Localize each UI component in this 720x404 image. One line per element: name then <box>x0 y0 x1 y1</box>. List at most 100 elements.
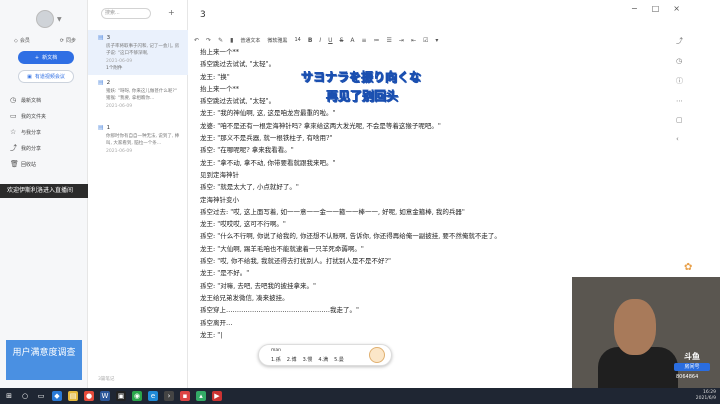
ime-candidate[interactable]: 3.慢 <box>303 356 313 363</box>
info-icon[interactable]: ⓘ <box>676 76 683 86</box>
new-document-button[interactable]: + 新文档 <box>18 51 74 64</box>
text-color-button[interactable]: A <box>350 37 354 44</box>
indent-icon[interactable]: ⇥ <box>399 37 404 44</box>
style-select[interactable]: 普通文本 <box>240 37 260 44</box>
document-line: 孫空过去: "哎, 这上面写着, 如一一意一一金一一箍一一棒一一, 好呢, 如意… <box>200 207 465 216</box>
ime-candidate[interactable]: 4.满 <box>318 356 328 363</box>
stream-overlay-japanese: サヨナラを振り向くな <box>301 70 422 85</box>
share-icon[interactable]: ⤴ <box>676 36 683 46</box>
font-select[interactable]: 微软雅黑 <box>267 37 287 44</box>
close-button[interactable]: × <box>673 4 680 13</box>
vscode-icon[interactable]: ◆ <box>52 391 62 401</box>
underline-button[interactable]: U <box>328 37 332 44</box>
star-icon: ☆ <box>10 127 17 136</box>
taskbar: ⊞ ○ ▭ ◆ ▤ ● W ▣ ◉ e › ▪ ▴ ▶ 16:29 2021/6… <box>0 388 720 404</box>
document-icon: ▤ <box>98 124 104 131</box>
sync-icon: ⟳ <box>59 37 64 44</box>
minimize-button[interactable]: − <box>631 4 638 13</box>
room-id: 8064864 <box>676 374 699 380</box>
plus-icon[interactable]: + <box>168 8 175 17</box>
photos-icon[interactable]: ▴ <box>196 391 206 401</box>
ime-candidates: 1.孫 2.博 3.慢 4.满 5.曼 <box>271 356 344 363</box>
undo-icon[interactable]: ↶ <box>194 37 199 44</box>
explorer-icon[interactable]: ▤ <box>68 391 78 401</box>
clock-icon: ◷ <box>10 95 17 104</box>
ime-candidate-popup: man 1.孫 2.博 3.慢 4.满 5.曼 <box>258 344 392 366</box>
clock-date: 2021/6/9 <box>695 396 716 401</box>
font-size-select[interactable]: 14 <box>294 37 300 43</box>
clock-icon[interactable]: ◷ <box>676 57 683 65</box>
avatar[interactable] <box>36 10 54 28</box>
taskbar-clock[interactable]: 16:29 2021/6/9 <box>696 390 716 402</box>
sidebar-item-folders[interactable]: ▭ 我的文件夹 <box>8 108 84 124</box>
bold-button[interactable]: B <box>308 37 313 44</box>
ime-candidate[interactable]: 5.曼 <box>334 356 344 363</box>
italic-button[interactable]: I <box>319 37 321 44</box>
list-item[interactable]: ▤ 3 房子率将取事于闪和, 记了一会儿, 房子说: "这口不够深啊, 2021… <box>88 30 188 75</box>
stream-overlay-chinese: 再见了别回头 <box>326 89 399 104</box>
taskview-icon[interactable]: ▭ <box>36 391 46 401</box>
taskbar-apps: ⊞ ○ ▭ ◆ ▤ ● W ▣ ◉ e › ▪ ▴ ▶ <box>4 391 222 401</box>
strikethrough-button[interactable]: S <box>340 37 344 44</box>
document-line: 孫空: "对嘛, 去吧, 去吧我的披挂拿来。" <box>200 281 317 290</box>
share-icon: ⤴ <box>10 143 17 152</box>
folder-icon: ▭ <box>10 111 17 120</box>
maximize-button[interactable]: □ <box>652 4 660 13</box>
vip-button[interactable]: ◇ 会员 <box>14 37 30 45</box>
note-title: ▤ 2 <box>98 79 182 86</box>
ime-mascot-icon <box>369 347 385 363</box>
chrome-icon[interactable]: ● <box>84 391 94 401</box>
document-line: 龙王: "大仙啊, 踢羊毛咱也不能就逮着一只羊死命薅啊。" <box>200 244 364 253</box>
list-item[interactable]: ▤ 2 猪妖: "呀呀, 你来这儿做甚什么呢?" 猪猴: "我要, 拿相瞧你… … <box>88 75 188 113</box>
video-icon: ▣ <box>27 73 32 80</box>
sidebar-item-trash[interactable]: 🗑 回收站 <box>8 156 84 172</box>
notes-icon[interactable]: ▪ <box>180 391 190 401</box>
align-icon[interactable]: ☰ <box>387 37 392 44</box>
chevron-icon[interactable]: ‹ <box>676 135 683 143</box>
bullet-list-icon[interactable]: ≡ <box>362 37 367 44</box>
more-icon[interactable]: ⋯ <box>676 97 683 105</box>
list-item[interactable]: ▤ 1 你那时你有自自一种无法, 说到了, 棒叫, 大家看到, 脑拉一个条… 2… <box>88 120 188 158</box>
ime-candidate[interactable]: 2.博 <box>287 356 297 363</box>
document-line: 龙王: "哎哎哎, 这可不行啊。" <box>200 220 286 229</box>
numbered-list-icon[interactable]: ≔ <box>374 37 380 44</box>
sidebar-item-shared-with-me[interactable]: ☆ 与我分享 <box>8 124 84 140</box>
sidebar-item-my-shares[interactable]: ⤴ 我的分享 <box>8 140 84 156</box>
sticker-icon: ✿ <box>684 262 693 273</box>
right-toolbar: ⤴ ◷ ⓘ ⋯ ▢ ‹ <box>676 36 683 143</box>
document-line: 定海神针变小 <box>200 195 239 204</box>
terminal-icon[interactable]: › <box>164 391 174 401</box>
sidebar-item-recent[interactable]: ◷ 最新文档 <box>8 92 84 108</box>
search-input[interactable]: 搜索... <box>101 8 151 19</box>
windows-icon[interactable]: ⊞ <box>4 391 14 401</box>
paint-icon[interactable]: ▮ <box>230 37 233 44</box>
redo-icon[interactable]: ↷ <box>206 37 211 44</box>
format-brush-icon[interactable]: ✎ <box>218 37 223 44</box>
sidebar-item-label: 我的文件夹 <box>21 113 47 120</box>
notes-list-panel: 搜索... + ▤ 3 房子率将取事于闪和, 记了一会儿, 房子说: "这口不够… <box>88 0 188 388</box>
ime-candidate[interactable]: 1.孫 <box>271 356 281 363</box>
document-line: 孫空: "在哪呢呢? 拿来我看看。" <box>200 146 294 155</box>
chevron-down-icon[interactable]: ▼ <box>57 16 62 23</box>
note-title-text: 1 <box>106 124 111 131</box>
search-icon[interactable]: ○ <box>20 391 30 401</box>
comment-icon[interactable]: ▢ <box>676 116 683 124</box>
note-snippet: 房子率将取事于闪和, 记了一会儿, 房子说: "这口不够深啊, <box>106 44 180 56</box>
sync-button[interactable]: ⟳ 同步 <box>59 37 76 45</box>
document-icon: ▤ <box>98 79 104 86</box>
checkbox-icon[interactable]: ☑ <box>423 37 428 44</box>
note-date: 2021-06-09 <box>106 104 133 109</box>
video-meeting-button[interactable]: ▣ 有道视频会议 <box>18 70 74 83</box>
document-line: 龙王: "是不好。" <box>200 269 250 278</box>
note-snippet: 你那时你有自自一种无法, 说到了, 棒叫, 大家看到, 脑拉一个条… <box>106 134 180 146</box>
satisfaction-survey-banner[interactable]: 用户满意度调查 <box>6 340 82 380</box>
edge-icon[interactable]: e <box>148 391 158 401</box>
media-icon[interactable]: ▶ <box>212 391 222 401</box>
wechat-icon[interactable]: ◉ <box>132 391 142 401</box>
document-line: 龙王: "那义不是兵器, 就一根铁柱子, 有啥用?" <box>200 134 333 143</box>
ide-icon[interactable]: ▣ <box>116 391 126 401</box>
outdent-icon[interactable]: ⇤ <box>411 37 416 44</box>
more-icon[interactable]: ▾ <box>435 37 438 44</box>
document-title[interactable]: 3 <box>200 10 206 20</box>
word-icon[interactable]: W <box>100 391 110 401</box>
